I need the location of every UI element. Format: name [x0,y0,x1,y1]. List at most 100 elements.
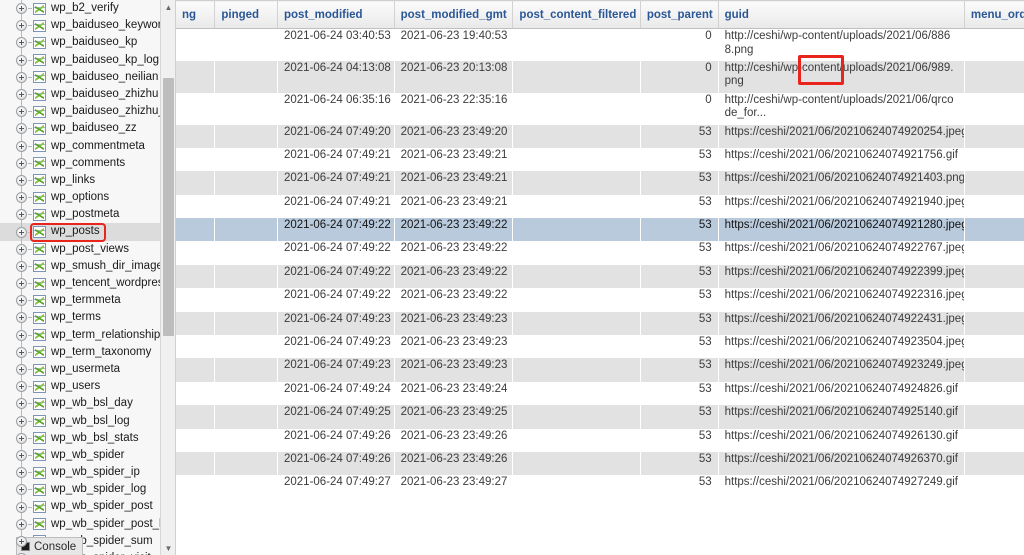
table-row[interactable]: 2021-06-24 07:49:242021-06-23 23:49:2453… [176,382,1024,405]
cell-post_modified[interactable]: 2021-06-24 07:49:22 [278,218,395,241]
sidebar-item-wp_postmeta[interactable]: wp_postmeta [0,206,160,223]
cell-post_modified[interactable]: 2021-06-24 07:49:20 [278,125,395,148]
cell-post_modified_gmt[interactable]: 2021-06-23 23:49:21 [394,195,513,218]
sidebar-item-wp_wb_spider_log[interactable]: wp_wb_spider_log [0,481,160,498]
cell-post_content_filtered[interactable] [513,475,640,498]
cell-post_modified[interactable]: 2021-06-24 06:35:16 [278,93,395,125]
column-header-post_content_filtered[interactable]: post_content_filtered [513,1,640,29]
cell-post_modified_gmt[interactable]: 2021-06-23 23:49:27 [394,475,513,498]
cell-post_parent[interactable]: 53 [640,241,718,264]
cell-post_modified_gmt[interactable]: 2021-06-23 22:35:16 [394,93,513,125]
table-row[interactable]: 2021-06-24 07:49:222021-06-23 23:49:2253… [176,218,1024,241]
cell-ng[interactable] [176,429,215,452]
cell-menu_order[interactable]: 0 [964,475,1024,498]
cell-menu_order[interactable]: 0 [964,171,1024,194]
column-header-ng[interactable]: ng [176,1,215,29]
cell-post_content_filtered[interactable] [513,195,640,218]
cell-post_parent[interactable]: 53 [640,288,718,311]
sidebar-item-wp_baiduseo_zhizhu[interactable]: wp_baiduseo_zhizhu [0,86,160,103]
expand-plus-icon[interactable] [16,3,27,14]
table-row[interactable]: 2021-06-24 07:49:222021-06-23 23:49:2253… [176,288,1024,311]
expand-plus-icon[interactable] [16,141,27,152]
sidebar-item-wp_smush_dir_images[interactable]: wp_smush_dir_images [0,258,160,275]
cell-post_content_filtered[interactable] [513,148,640,171]
sidebar-item-wp_commentmeta[interactable]: wp_commentmeta [0,138,160,155]
cell-post_content_filtered[interactable] [513,358,640,381]
column-header-post_modified_gmt[interactable]: post_modified_gmt [394,1,513,29]
column-header-pinged[interactable]: pinged [215,1,278,29]
cell-post_modified_gmt[interactable]: 2021-06-23 23:49:23 [394,335,513,358]
sidebar-item-wp_tencent_wordpress_[interactable]: wp_tencent_wordpress_ [0,275,160,292]
cell-menu_order[interactable]: 0 [964,358,1024,381]
column-header-post_parent[interactable]: post_parent [640,1,718,29]
cell-post_modified[interactable]: 2021-06-24 07:49:22 [278,288,395,311]
cell-guid[interactable]: https://ceshi/2021/06/20210624074926370.… [718,452,964,475]
cell-post_modified[interactable]: 2021-06-24 07:49:21 [278,148,395,171]
sidebar-item-wp_comments[interactable]: wp_comments [0,155,160,172]
cell-ng[interactable] [176,195,215,218]
sidebar-item-wp_terms[interactable]: wp_terms [0,309,160,326]
cell-menu_order[interactable]: 0 [964,382,1024,405]
expand-plus-icon[interactable] [16,209,27,220]
sidebar-item-wp_baiduseo_kp_log[interactable]: wp_baiduseo_kp_log [0,52,160,69]
sidebar-item-wp_wb_spider_post_link[interactable]: wp_wb_spider_post_link [0,516,160,533]
table-row[interactable]: 2021-06-24 07:49:262021-06-23 23:49:2653… [176,452,1024,475]
cell-guid[interactable]: https://ceshi/2021/06/20210624074920254.… [718,125,964,148]
cell-menu_order[interactable]: 0 [964,288,1024,311]
expand-plus-icon[interactable] [16,244,27,255]
expand-plus-icon[interactable] [16,158,27,169]
sidebar-item-wp_usermeta[interactable]: wp_usermeta [0,361,160,378]
cell-ng[interactable] [176,475,215,498]
cell-post_content_filtered[interactable] [513,171,640,194]
cell-pinged[interactable] [215,195,278,218]
expand-plus-icon[interactable] [16,519,27,530]
cell-guid[interactable]: http://ceshi/wp-content/uploads/2021/06/… [718,29,964,61]
sidebar-item-wp_b2_verify[interactable]: wp_b2_verify [0,0,160,17]
cell-guid[interactable]: https://ceshi/2021/06/20210624074924826.… [718,382,964,405]
cell-menu_order[interactable]: 0 [964,61,1024,93]
cell-menu_order[interactable]: 0 [964,29,1024,61]
expand-plus-icon[interactable] [16,312,27,323]
cell-post_modified_gmt[interactable]: 2021-06-23 23:49:23 [394,312,513,335]
table-row[interactable]: 2021-06-24 07:49:222021-06-23 23:49:2253… [176,265,1024,288]
cell-menu_order[interactable]: 0 [964,125,1024,148]
cell-post_modified[interactable]: 2021-06-24 07:49:26 [278,429,395,452]
cell-ng[interactable] [176,125,215,148]
cell-post_modified_gmt[interactable]: 2021-06-23 23:49:24 [394,382,513,405]
cell-ng[interactable] [176,171,215,194]
cell-post_content_filtered[interactable] [513,452,640,475]
cell-menu_order[interactable]: 0 [964,452,1024,475]
cell-ng[interactable] [176,405,215,428]
grid-scroll-container[interactable]: ngpingedpost_modifiedpost_modified_gmtpo… [176,0,1024,555]
cell-post_content_filtered[interactable] [513,241,640,264]
expand-plus-icon[interactable] [16,381,27,392]
cell-post_content_filtered[interactable] [513,61,640,93]
cell-pinged[interactable] [215,475,278,498]
column-header-menu_order[interactable]: menu_order [964,1,1024,29]
cell-pinged[interactable] [215,125,278,148]
sidebar-item-wp_baiduseo_keywords[interactable]: wp_baiduseo_keywords [0,17,160,34]
cell-post_parent[interactable]: 53 [640,312,718,335]
table-row[interactable]: 2021-06-24 07:49:262021-06-23 23:49:2653… [176,429,1024,452]
expand-plus-icon[interactable] [16,37,27,48]
expand-plus-icon[interactable] [16,484,27,495]
cell-menu_order[interactable]: 0 [964,93,1024,125]
table-row[interactable]: 2021-06-24 07:49:212021-06-23 23:49:2153… [176,171,1024,194]
table-row[interactable]: 2021-06-24 03:40:532021-06-23 19:40:530h… [176,29,1024,61]
sidebar-item-wp_wb_spider_ip[interactable]: wp_wb_spider_ip [0,464,160,481]
cell-post_modified[interactable]: 2021-06-24 03:40:53 [278,29,395,61]
cell-post_content_filtered[interactable] [513,93,640,125]
expand-plus-icon[interactable] [16,330,27,341]
table-row[interactable]: 2021-06-24 07:49:212021-06-23 23:49:2153… [176,195,1024,218]
cell-ng[interactable] [176,241,215,264]
expand-plus-icon[interactable] [16,175,27,186]
cell-post_parent[interactable]: 53 [640,358,718,381]
cell-post_parent[interactable]: 53 [640,452,718,475]
cell-guid[interactable]: https://ceshi/2021/06/20210624074921280.… [718,218,964,241]
cell-menu_order[interactable]: 0 [964,335,1024,358]
table-row[interactable]: 2021-06-24 07:49:222021-06-23 23:49:2253… [176,241,1024,264]
cell-post_modified_gmt[interactable]: 2021-06-23 23:49:21 [394,171,513,194]
expand-plus-icon[interactable] [16,227,27,238]
cell-post_parent[interactable]: 53 [640,171,718,194]
cell-post_modified[interactable]: 2021-06-24 07:49:27 [278,475,395,498]
